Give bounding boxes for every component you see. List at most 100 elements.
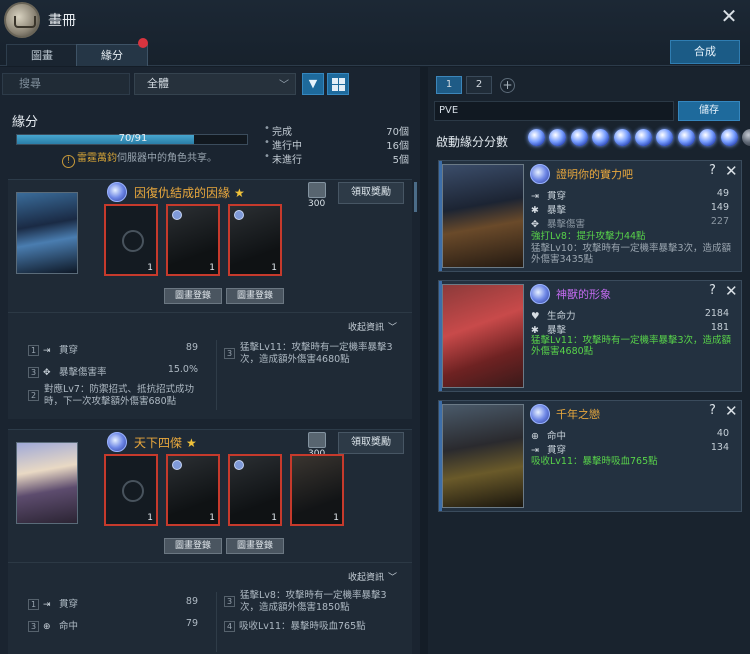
chevron-down-icon: ﹀ <box>388 573 398 583</box>
register-picture-button[interactable]: 圖畫登錄 <box>164 288 222 304</box>
stat-in-progress: 進行中16個 <box>264 137 409 152</box>
lock-icon <box>172 460 182 470</box>
crit-damage-icon: ✥ <box>531 219 539 230</box>
effect-row: 3 猛擊Lv11：攻擊時有一定機率暴擊3次，造成額外傷害4680點 <box>224 342 404 366</box>
effect-row: 3 ⊕ 命中 79 <box>28 618 198 632</box>
window-title: 畫冊 <box>48 13 76 29</box>
add-preset-icon[interactable]: + <box>500 78 515 93</box>
claim-reward-button[interactable]: 領取獎勵 <box>338 182 404 204</box>
chevron-down-icon: ﹀ <box>388 323 398 333</box>
card-title: 證明你的實力吧 <box>556 168 633 181</box>
active-affinity-card: 千年之戀 ? ✕ ⊕ 命中 40 ⇥ 貫穿 134 吸收Lv11：暴擊時吸血765點 <box>438 400 742 512</box>
progress-bar: 70/91 <box>16 133 248 145</box>
score-orb-icon <box>570 129 588 146</box>
pierce-icon: ⇥ <box>531 191 539 202</box>
crit-icon: ✱ <box>531 205 539 216</box>
filter-icon: ▼ <box>308 77 318 90</box>
collapse-info-toggle[interactable]: 收起資訊 ﹀ <box>348 320 397 333</box>
affinity-card: 因復仇結成的因緣 ★ 300 領取獎勵 1 1 1 圖畫登錄 圖畫登錄 收起資訊 ﹀… <box>8 179 412 419</box>
card-title: 千年之戀 <box>556 408 600 421</box>
character-portrait <box>16 442 78 524</box>
warning-icon: ! <box>62 155 75 168</box>
filter-button[interactable]: ▼ <box>302 73 324 95</box>
accuracy-icon: ⊕ <box>43 622 51 632</box>
card-title: 神獸的形象 <box>556 288 611 301</box>
score-orb-icon <box>720 129 738 146</box>
close-icon[interactable]: ✕ <box>718 6 740 28</box>
divider <box>8 312 412 313</box>
affinity-orb-icon <box>107 432 127 452</box>
picture-slot[interactable]: 1 <box>228 454 282 526</box>
scrollbar[interactable] <box>414 182 417 212</box>
picture-slot[interactable]: 1 <box>290 454 344 526</box>
lock-icon <box>234 210 244 220</box>
picture-slot[interactable]: 1 <box>104 454 158 526</box>
synthesize-button[interactable]: 合成 <box>670 40 740 64</box>
save-button[interactable]: 儲存 <box>678 101 740 121</box>
preset-tab-2[interactable]: 2 <box>466 76 492 94</box>
accuracy-icon: ⊕ <box>531 431 539 442</box>
notice-text: 伺服器中的角色共享。 <box>117 153 217 164</box>
affinity-orb-icon <box>530 164 550 184</box>
stat-row: ✱ 暴擊 149 <box>531 202 729 216</box>
pierce-icon: ⇥ <box>531 445 539 456</box>
score-orb-icon <box>613 129 631 146</box>
grid-view-button[interactable] <box>327 73 349 95</box>
server-name: 雷霆萬鈞 <box>77 153 117 164</box>
picture-slot[interactable]: 1 <box>166 454 220 526</box>
score-orb-icon <box>677 129 695 146</box>
pierce-icon: ⇥ <box>43 346 51 356</box>
preset-name-input[interactable]: PVE <box>434 101 674 121</box>
picture-slot[interactable]: 1 <box>104 204 158 276</box>
star-icon: ★ <box>234 186 245 200</box>
tab-pictures[interactable]: 圖畫 <box>6 44 78 66</box>
chevron-down-icon: ﹀ <box>279 80 289 91</box>
effect-row: 2 對應Lv7：防禦招式、抵抗招式成功時，下一次攻擊額外傷害680點 <box>28 384 208 408</box>
remove-icon[interactable]: ✕ <box>725 282 738 300</box>
crit-damage-icon: ✥ <box>43 368 51 378</box>
heart-icon: ♥ <box>531 311 540 322</box>
divider <box>8 562 412 563</box>
claim-reward-button[interactable]: 領取獎勵 <box>338 432 404 454</box>
search-input[interactable]: 搜尋 <box>2 73 130 95</box>
stat-row: ⇥ 貫穿 134 <box>531 442 729 456</box>
lock-icon <box>172 210 182 220</box>
register-picture-button[interactable]: 圖畫登錄 <box>226 288 284 304</box>
effect-active: 強打Lv8：提升攻擊力44點 <box>531 231 646 242</box>
score-orb-icon <box>528 129 545 146</box>
section-title: 緣分 <box>12 115 39 130</box>
remove-icon[interactable]: ✕ <box>725 402 738 420</box>
column-divider <box>216 592 217 652</box>
effect-row: 3 猛擊Lv8：攻擊時有一定機率暴擊3次，造成額外傷害1850點 <box>224 590 404 614</box>
category-select-value: 全體 <box>147 77 169 90</box>
affinity-list: 因復仇結成的因緣 ★ 300 領取獎勵 1 1 1 圖畫登錄 圖畫登錄 收起資訊 ﹀… <box>8 179 412 654</box>
picture-slot[interactable]: 1 <box>166 204 220 276</box>
effect-row: 3 ✥ 暴擊傷害率 15.0% <box>28 364 198 378</box>
collapse-info-toggle[interactable]: 收起資訊 ﹀ <box>348 570 397 583</box>
lock-icon <box>234 460 244 470</box>
stat-row: ✥ 暴擊傷害 227 <box>531 216 729 230</box>
register-picture-button[interactable]: 圖畫登錄 <box>164 538 222 554</box>
picture-slot[interactable]: 1 <box>228 204 282 276</box>
affinity-orb-icon <box>107 182 127 202</box>
effect-active: 猛擊Lv11：攻擊時有一定機率暴擊3次，造成額外傷害4680點 <box>531 335 732 357</box>
register-picture-button[interactable]: 圖畫登錄 <box>226 538 284 554</box>
preset-tab-1[interactable]: 1 <box>436 76 462 94</box>
tab-affinity[interactable]: 緣分 <box>76 44 148 66</box>
category-select[interactable]: 全體 ﹀ <box>134 73 296 95</box>
effect-row: 4 吸收Lv11：暴擊時吸血765點 <box>224 618 404 632</box>
reward-points: 300 <box>308 199 326 209</box>
column-divider <box>216 340 217 410</box>
character-portrait <box>442 164 524 268</box>
help-icon[interactable]: ? <box>709 283 716 298</box>
stat-row: ⊕ 命中 40 <box>531 428 729 442</box>
character-portrait <box>442 284 524 388</box>
server-notice: ! 雷霆萬鈞伺服器中的角色共享。 <box>62 149 217 168</box>
effect-active: 吸收Lv11：暴擊時吸血765點 <box>531 456 658 467</box>
help-icon[interactable]: ? <box>709 403 716 418</box>
effect-inactive: 猛擊Lv10：攻擊時有一定機率暴擊3次，造成額外傷害3435點 <box>531 243 732 265</box>
character-portrait <box>442 404 524 508</box>
help-icon[interactable]: ? <box>709 163 716 178</box>
active-score-label: 啟動緣分分數 <box>436 135 509 149</box>
remove-icon[interactable]: ✕ <box>725 162 738 180</box>
